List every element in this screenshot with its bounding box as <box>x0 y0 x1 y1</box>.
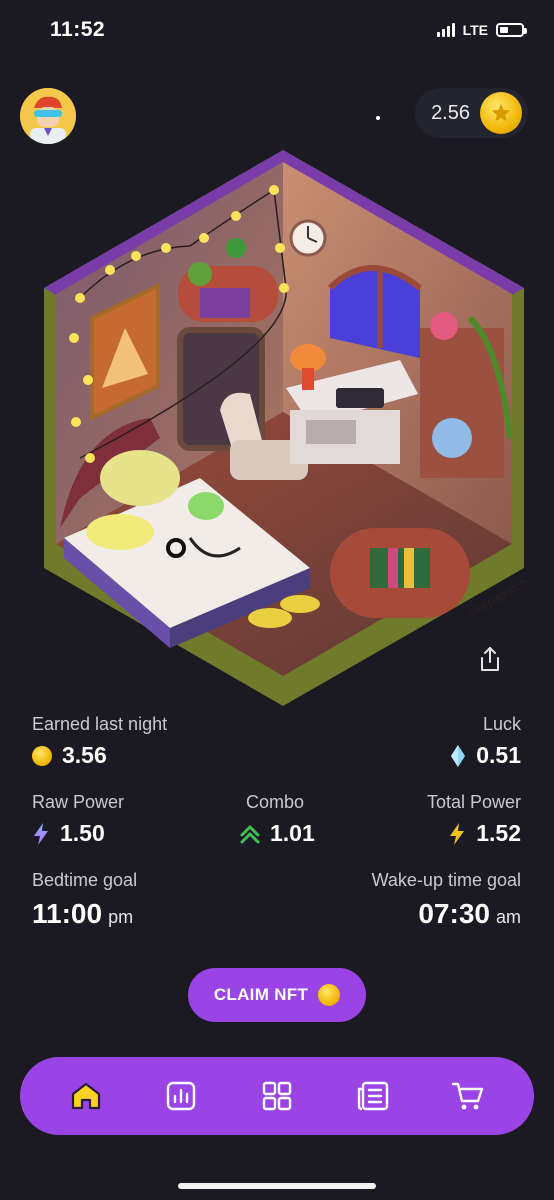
earned-label: Earned last night <box>32 714 168 734</box>
home-icon <box>71 1082 100 1110</box>
wakeup-goal-label: Wake-up time goal <box>371 870 521 890</box>
star-decoration <box>376 116 380 120</box>
coin-icon <box>480 92 522 134</box>
claim-nft-label: CLAIM NFT <box>213 985 309 1004</box>
earned-value: 3.56 <box>62 742 107 768</box>
luck-stat: 0.51 <box>450 742 521 769</box>
cart-icon <box>451 1082 484 1110</box>
nav-home[interactable] <box>63 1073 109 1119</box>
stats-icon <box>167 1081 196 1111</box>
lightning-icon <box>34 822 48 845</box>
claim-nft-button[interactable]: CLAIM NFT <box>188 968 366 1022</box>
balance-value: 2.56 <box>431 101 470 124</box>
earned-stat: 3.56 <box>32 742 107 769</box>
luck-label: Luck <box>482 714 521 734</box>
luck-value: 0.51 <box>476 742 521 768</box>
lightning-icon <box>450 822 465 845</box>
avatar-icon[interactable] <box>20 88 76 144</box>
grid-icon <box>262 1081 292 1111</box>
list-icon <box>357 1081 388 1111</box>
network-type: LTE <box>462 22 488 38</box>
bedtime-goal-value: 11:00 <box>32 898 103 929</box>
wakeup-goal-value: 07:30 <box>418 898 490 929</box>
share-icon[interactable] <box>478 646 502 672</box>
status-bar: 11:52 LTE <box>0 0 554 60</box>
nav-shop[interactable] <box>445 1073 491 1119</box>
bedtime-goal-label: Bedtime goal <box>32 870 138 890</box>
coin-icon <box>318 984 341 1006</box>
bedtime-goal-unit: pm <box>108 907 134 927</box>
raw-power-label: Raw Power <box>32 792 125 812</box>
combo-stat: 1.01 <box>240 820 315 847</box>
signal-icon <box>436 23 455 37</box>
combo-value: 1.01 <box>270 820 315 846</box>
total-power-label: Total Power <box>426 792 521 812</box>
diamond-icon <box>451 744 466 767</box>
bottom-nav <box>20 1057 534 1135</box>
nav-stats[interactable] <box>158 1073 204 1119</box>
nav-grid[interactable] <box>254 1073 300 1119</box>
raw-power-value: 1.50 <box>60 820 105 846</box>
total-power-value: 1.52 <box>476 820 521 846</box>
balance-pill[interactable]: 2.56 <box>415 88 528 138</box>
wakeup-goal-unit: am <box>495 907 521 927</box>
status-time: 11:52 <box>50 18 106 41</box>
coin-icon <box>32 745 52 766</box>
status-icons: LTE <box>436 22 527 38</box>
bedtime-goal[interactable]: 11:00 pm <box>32 898 133 930</box>
nav-list[interactable] <box>350 1073 396 1119</box>
combo-label: Combo <box>246 792 305 812</box>
battery-icon <box>496 23 527 37</box>
total-power-stat: 1.52 <box>448 820 521 847</box>
double-chevron-up-icon <box>240 825 260 843</box>
bedroom-illustration: sleepagotchi <box>44 150 526 706</box>
wakeup-goal[interactable]: 07:30 am <box>418 898 521 930</box>
raw-power-stat: 1.50 <box>32 820 105 847</box>
home-indicator[interactable] <box>178 1183 376 1189</box>
